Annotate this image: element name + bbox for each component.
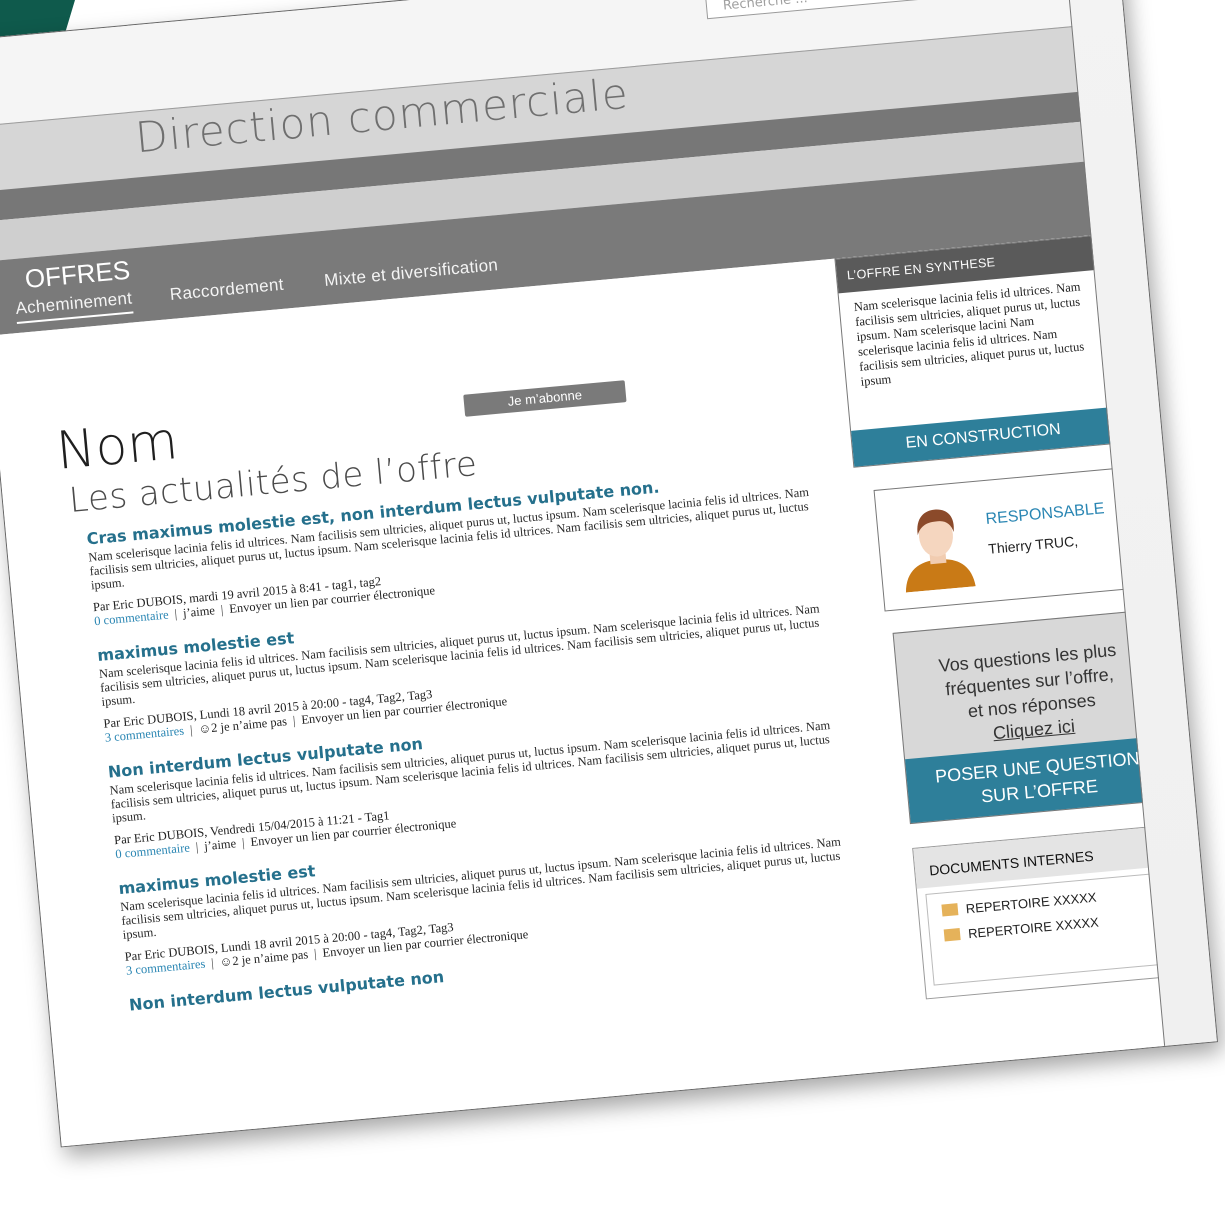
- responsable-label: RESPONSABLE: [984, 500, 1106, 528]
- page-title: Nom: [54, 411, 181, 482]
- synthese-text: Nam scelerisque lacinia felis id ultrice…: [853, 279, 1085, 389]
- folder-icon: [943, 928, 961, 942]
- news-list: Cras maximus molestie est, non interdum …: [86, 463, 859, 1032]
- document-folder-label: REPERTOIRE XXXXX: [967, 914, 1100, 942]
- synthese-card: L’OFFRE EN SYNTHESE Nam scelerisque laci…: [834, 234, 1117, 468]
- faq-card: Vos questions les plus fréquentes sur l’…: [892, 608, 1173, 825]
- responsable-card: RESPONSABLE Thierry TRUC,: [873, 466, 1148, 612]
- faq-text: Vos questions les plus fréquentes sur l’…: [896, 634, 1166, 753]
- avatar: [905, 509, 976, 593]
- responsable-name: Thierry TRUC,: [987, 532, 1079, 557]
- documents-list: REPERTOIRE XXXXX REPERTOIRE XXXXX: [925, 871, 1179, 986]
- like-link[interactable]: j’aime: [182, 603, 215, 620]
- page-mockup: Recherche ... Direction commerciale OFFR…: [0, 0, 1219, 1148]
- documents-card: DOCUMENTS INTERNES REPERTOIRE XXXXX REPE…: [912, 824, 1189, 1000]
- folder-icon: [941, 903, 959, 917]
- like-link[interactable]: j’aime: [204, 836, 237, 853]
